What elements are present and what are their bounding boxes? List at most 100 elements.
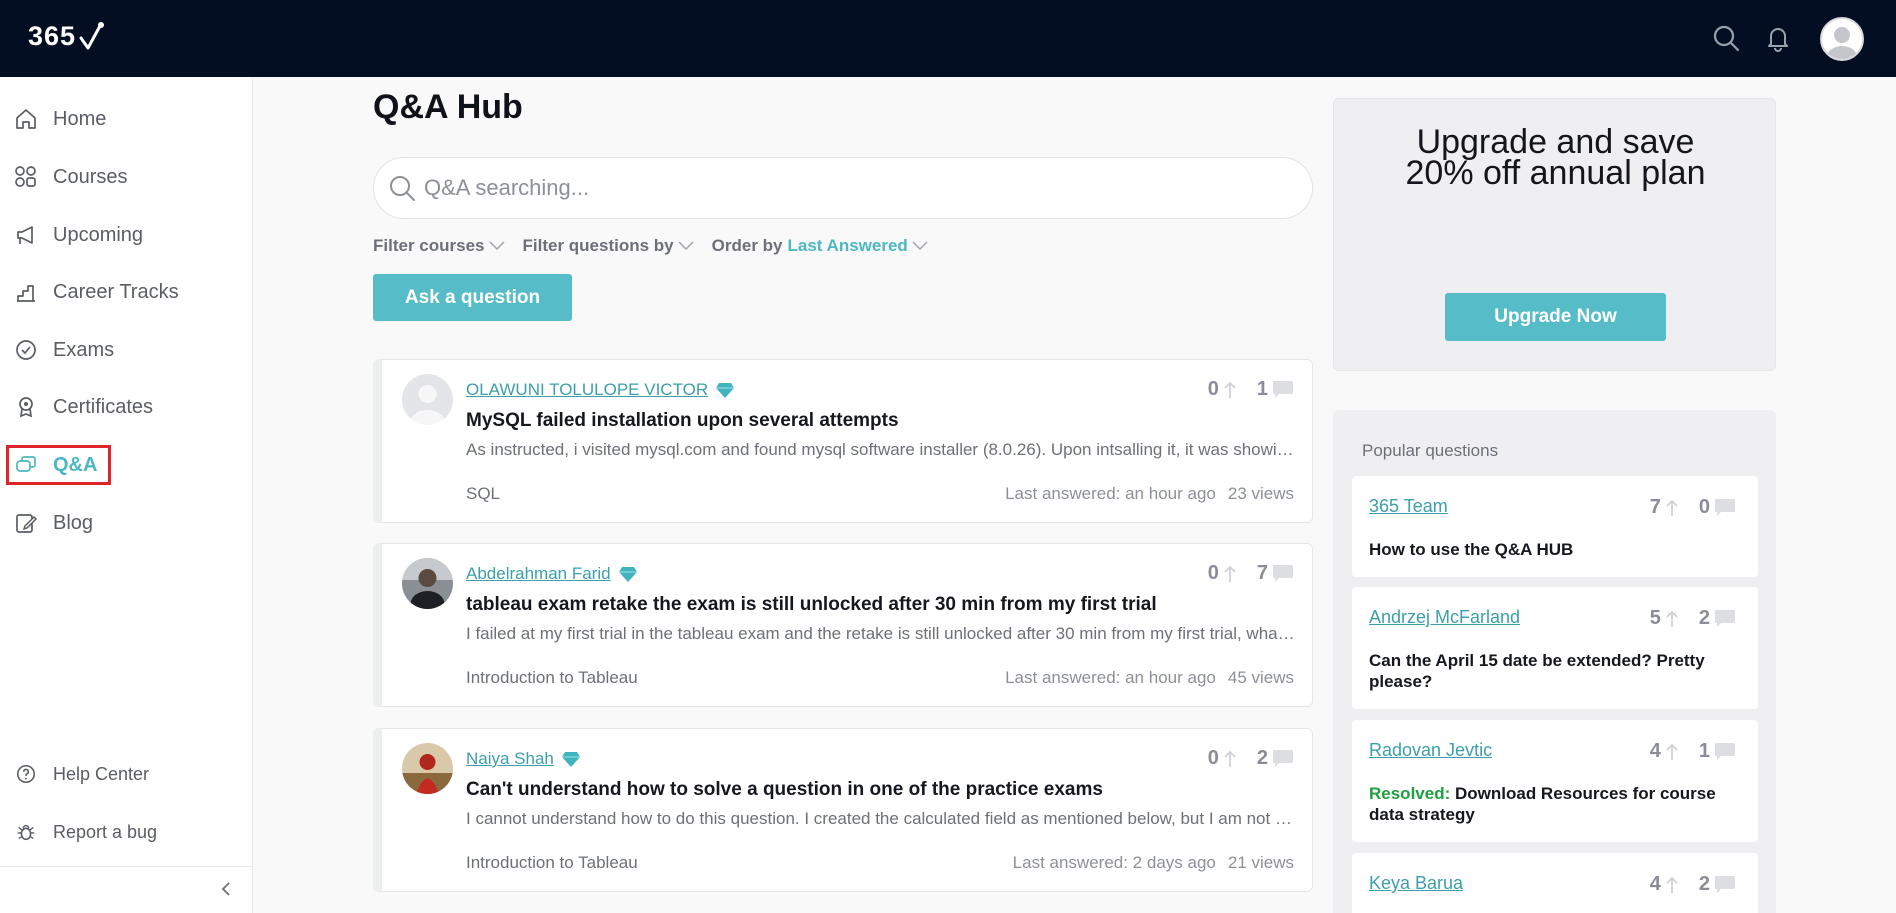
question-stats: 0 7 <box>1208 562 1294 585</box>
question-card[interactable]: OLAWUNI TOLULOPE VICTOR 0 1 MySQL failed… <box>373 359 1313 523</box>
view-count: 23 views <box>1227 484 1294 503</box>
question-stats: 0 2 <box>1208 747 1294 770</box>
sidebar-item-label: Report a bug <box>53 821 158 842</box>
author-name: Abdelrahman Farid <box>466 564 611 583</box>
course-tag: Introduction to Tableau <box>466 668 638 687</box>
popular-author-link[interactable]: 365 Team <box>1369 496 1448 517</box>
view-count: 21 views <box>1227 853 1294 872</box>
popular-question-card[interactable]: Andrzej McFarland 5 2 Can the April 15 d… <box>1352 587 1758 709</box>
question-title[interactable]: Can't understand how to solve a question… <box>466 779 1103 801</box>
ask-question-button[interactable]: Ask a question <box>373 274 572 321</box>
sidebar-item-home[interactable]: Home <box>12 99 232 139</box>
arrow-up-icon <box>1224 750 1236 767</box>
author-link[interactable]: Abdelrahman Farid <box>466 564 638 584</box>
comment-icon <box>1273 380 1293 398</box>
search-bar[interactable] <box>373 157 1313 219</box>
last-answered: Last answered: an hour ago <box>1005 668 1216 687</box>
sidebar-item-upcoming[interactable]: Upcoming <box>12 215 232 255</box>
upvote-stat[interactable]: 0 <box>1208 378 1237 401</box>
avatar[interactable] <box>1820 17 1864 61</box>
page-title: Q&A Hub <box>373 88 523 126</box>
resolved-badge: Resolved: <box>1369 784 1451 803</box>
popular-question-text[interactable]: Resolved: Download Resources for course … <box>1369 783 1739 825</box>
popular-stats: 4 2 <box>1650 873 1736 896</box>
collapse-sidebar-chevron-icon[interactable] <box>218 880 236 903</box>
sidebar-item-report-bug[interactable]: Report a bug <box>12 812 232 852</box>
arrow-up-icon <box>1666 743 1678 760</box>
comment-count: 2 <box>1698 607 1710 629</box>
chevron-down-icon <box>488 241 505 251</box>
popular-question-card[interactable]: Keya Barua 4 2 <box>1352 853 1758 913</box>
logo[interactable]: 365 <box>28 18 106 54</box>
popular-question-card[interactable]: 365 Team 7 0 How to use the Q&A HUB <box>1352 476 1758 577</box>
vote-count: 0 <box>1207 378 1219 400</box>
sidebar-item-certificates[interactable]: Certificates <box>12 387 232 427</box>
author-link[interactable]: Naiya Shah <box>466 749 581 769</box>
popular-question-card[interactable]: Radovan Jevtic 4 1 Resolved: Download Re… <box>1352 720 1758 842</box>
sidebar-item-label: Home <box>53 107 107 130</box>
order-by-value: Last Answered <box>787 236 908 255</box>
sidebar-item-label: Career Tracks <box>53 280 179 303</box>
author-avatar[interactable] <box>402 558 453 609</box>
comment-icon <box>1715 875 1735 893</box>
sidebar-item-help-center[interactable]: Help Center <box>12 754 232 794</box>
help-icon <box>12 760 40 788</box>
popular-stats: 4 1 <box>1650 740 1736 763</box>
certificate-icon <box>12 393 40 421</box>
question-card[interactable]: Abdelrahman Farid 0 7 tableau exam retak… <box>373 543 1313 707</box>
course-tag: Introduction to Tableau <box>466 853 638 872</box>
upgrade-now-button[interactable]: Upgrade Now <box>1445 293 1666 341</box>
search-icon[interactable] <box>1710 22 1742 54</box>
bell-icon[interactable] <box>1762 22 1794 54</box>
comment-stat: 2 <box>1257 747 1294 770</box>
upvote-stat[interactable]: 0 <box>1208 747 1237 770</box>
sidebar-item-blog[interactable]: Blog <box>12 503 232 543</box>
popular-stats: 5 2 <box>1650 607 1736 630</box>
question-title[interactable]: tableau exam retake the exam is still un… <box>466 594 1157 616</box>
comment-stat: 2 <box>1699 607 1736 630</box>
filter-courses-label: Filter courses <box>373 236 485 255</box>
upvote-stat[interactable]: 4 <box>1650 740 1679 763</box>
question-excerpt: I failed at my first trial in the tablea… <box>466 624 1296 643</box>
order-by-dropdown[interactable]: Order by Last Answered <box>712 236 928 256</box>
author-link[interactable]: OLAWUNI TOLULOPE VICTOR <box>466 380 735 400</box>
question-meta: Last answered: an hour ago 45 views <box>1005 668 1294 688</box>
popular-author-link[interactable]: Keya Barua <box>1369 873 1463 894</box>
arrow-up-icon <box>1224 381 1236 398</box>
filter-courses-dropdown[interactable]: Filter courses <box>373 236 505 256</box>
question-title[interactable]: MySQL failed installation upon several a… <box>466 410 899 432</box>
comment-count: 1 <box>1698 740 1710 762</box>
sidebar-item-label: Help Center <box>53 763 150 784</box>
exams-icon <box>12 336 40 364</box>
career-tracks-icon <box>12 278 40 306</box>
author-avatar[interactable] <box>402 374 453 425</box>
upvote-stat[interactable]: 7 <box>1650 496 1679 519</box>
bug-icon <box>12 818 40 846</box>
diamond-icon <box>618 566 638 583</box>
vote-count: 0 <box>1207 562 1219 584</box>
top-bar: 365 <box>0 0 1896 77</box>
sidebar-item-career-tracks[interactable]: Career Tracks <box>12 272 232 312</box>
popular-stats: 7 0 <box>1650 496 1736 519</box>
home-icon <box>12 105 40 133</box>
vote-count: 4 <box>1649 740 1661 762</box>
upvote-stat[interactable]: 4 <box>1650 873 1679 896</box>
upvote-stat[interactable]: 5 <box>1650 607 1679 630</box>
filter-questions-dropdown[interactable]: Filter questions by <box>523 236 694 256</box>
popular-author-link[interactable]: Andrzej McFarland <box>1369 607 1520 628</box>
popular-question-text[interactable]: How to use the Q&A HUB <box>1369 539 1739 560</box>
question-card[interactable]: Naiya Shah 0 2 Can't understand how to s… <box>373 728 1313 892</box>
popular-question-text[interactable]: Can the April 15 date be extended? Prett… <box>1369 650 1739 692</box>
sidebar-item-exams[interactable]: Exams <box>12 330 232 370</box>
popular-author-link[interactable]: Radovan Jevtic <box>1369 740 1492 761</box>
upvote-stat[interactable]: 0 <box>1208 562 1237 585</box>
search-input[interactable] <box>424 175 1284 201</box>
sidebar-item-courses[interactable]: Courses <box>12 157 232 197</box>
sidebar-item-label: Blog <box>53 511 94 534</box>
blog-icon <box>12 509 40 537</box>
courses-icon <box>12 163 40 191</box>
question-meta: Last answered: 2 days ago 21 views <box>1013 853 1294 873</box>
author-avatar[interactable] <box>402 743 453 794</box>
comment-count: 7 <box>1256 562 1268 584</box>
comment-stat: 1 <box>1699 740 1736 763</box>
